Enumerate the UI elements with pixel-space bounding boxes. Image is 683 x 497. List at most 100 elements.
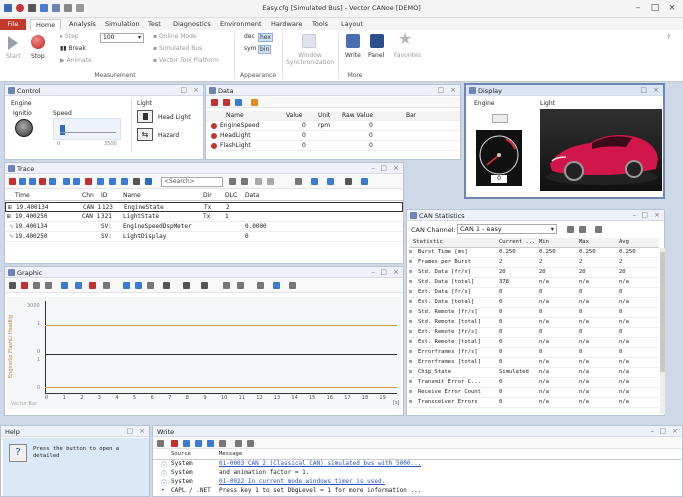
log-row[interactable]: • CAPL / .NET Press key 1 to set DbgLevel … (153, 487, 673, 496)
next-icon[interactable] (267, 178, 274, 185)
step-button[interactable]: ▸ Step (60, 33, 79, 40)
tab-test[interactable]: Test (143, 19, 166, 30)
step-forward-icon[interactable] (237, 282, 244, 289)
hazard-button[interactable]: ⇆ (137, 128, 153, 141)
bookmark-icon[interactable] (295, 178, 302, 185)
measure-icon[interactable] (21, 282, 28, 289)
window-restore-button[interactable]: □ (380, 268, 387, 276)
stats-scrollbar-thumb[interactable] (660, 252, 665, 372)
minimize-button[interactable]: – (633, 3, 643, 13)
scroll-icon[interactable] (63, 178, 70, 185)
stats-reset-icon[interactable] (579, 226, 586, 233)
stop-button[interactable]: Stop (31, 53, 45, 60)
window-close-button[interactable]: × (672, 427, 678, 435)
stats-row[interactable]: ⊞ Frames per Burst 2 2 2 2 (409, 258, 659, 268)
expand-icon[interactable]: ⊞ (409, 339, 412, 345)
layout-icon[interactable] (327, 178, 334, 185)
vector-tool-platform-button[interactable]: ▪ Vector Tool Platform (153, 57, 219, 64)
log-row[interactable]: ⓘ System 01-0003 CAN 2 (Classical CAN) sim… (153, 460, 673, 469)
expand-icon[interactable]: ⊞ (409, 299, 412, 305)
export-icon[interactable] (273, 282, 280, 289)
tab-hardware[interactable]: Hardware (266, 19, 307, 30)
filter-icon[interactable] (19, 178, 26, 185)
table-row[interactable]: FlashLight 0 0 (206, 141, 460, 151)
filter-icon[interactable] (235, 440, 242, 447)
grid-icon[interactable] (257, 282, 264, 289)
stats-row[interactable]: ⊞ Ext. Remote [fr/s] 0 0 0 0 (409, 328, 659, 338)
can-channel-select[interactable]: CAN 1 - easy ▾ (457, 224, 557, 234)
bin-button[interactable]: bin (258, 45, 272, 54)
tab-home[interactable]: Home (30, 19, 62, 30)
trigger-icon[interactable] (201, 282, 208, 289)
maximize-button[interactable]: □ (650, 3, 660, 13)
copy-icon[interactable] (183, 440, 190, 447)
stats-row[interactable]: ⊞ Ext. Data [fr/s] 0 0 0 0 (409, 288, 659, 298)
window-minimize-button[interactable]: – (372, 164, 376, 172)
binoculars-icon[interactable] (49, 178, 56, 185)
search-icon[interactable] (229, 178, 236, 185)
more-icon[interactable] (361, 178, 368, 185)
window-close-button[interactable]: × (393, 164, 399, 172)
expand-icon[interactable]: ⊞ (409, 279, 412, 285)
cursor-icon[interactable] (9, 282, 16, 289)
delete-icon[interactable] (211, 99, 218, 106)
detail-icon[interactable] (97, 178, 104, 185)
window-restore-button[interactable]: □ (641, 211, 648, 219)
expand-icon[interactable]: ⊞ (409, 369, 412, 375)
tab-analysis[interactable]: Analysis (64, 19, 101, 30)
export-icon[interactable] (247, 440, 254, 447)
tab-diagnostics[interactable]: Diagnostics (168, 19, 216, 30)
expand-icon[interactable]: ⊞ (409, 319, 412, 325)
window-minimize-button[interactable]: – (633, 211, 637, 219)
window-restore-button[interactable]: □ (640, 86, 647, 94)
stats-row[interactable]: ⊞ Ext. Data [total] 0 n/a n/a n/a (409, 298, 659, 308)
window-close-button[interactable]: × (193, 86, 199, 94)
write-button[interactable]: Write (345, 52, 361, 59)
stats-row[interactable]: ⊞ Transceiver Errors 0 n/a n/a n/a (409, 398, 659, 408)
stats-row[interactable]: ⊞ Burst Time [ms] 0.250 0.250 0.250 0.250 (409, 248, 659, 258)
expand-icon[interactable]: ⊞ (409, 249, 412, 255)
window-close-button[interactable]: × (393, 268, 399, 276)
options-icon[interactable] (289, 282, 296, 289)
zoom-icon[interactable] (45, 282, 52, 289)
font-icon[interactable] (345, 178, 352, 185)
expand-icon[interactable]: ⊞ (8, 204, 12, 211)
tab-layout[interactable]: Layout (336, 19, 368, 30)
stats-row[interactable]: ⊞ Ext. Remote [total] 0 n/a n/a n/a (409, 338, 659, 348)
clear-icon[interactable] (9, 178, 16, 185)
animate-button[interactable]: ▶ Animate (60, 57, 92, 64)
expand-icon[interactable]: ⊞ (409, 389, 412, 395)
view-icon[interactable] (133, 178, 140, 185)
expand-icon[interactable]: ⊞ (409, 259, 412, 265)
head-light-button[interactable] (137, 110, 153, 123)
clear-icon[interactable] (171, 440, 178, 447)
marker-icon[interactable] (103, 282, 110, 289)
axis-icon[interactable] (163, 282, 170, 289)
mark-icon[interactable] (39, 178, 46, 185)
favorites-button[interactable]: Favorites (394, 52, 421, 59)
window-restore-button[interactable]: □ (126, 427, 133, 435)
expand-icon[interactable]: ⊞ (409, 349, 412, 355)
window-close-button[interactable]: × (654, 211, 660, 219)
window-restore-button[interactable]: □ (180, 86, 187, 94)
scale-icon[interactable] (183, 282, 190, 289)
table-row[interactable]: ⊞ 19.400250 CAN 1 321 LightState Tx 1 (5, 212, 403, 222)
table-row[interactable]: HeadLight 0 0 (206, 131, 460, 141)
window-minimize-button[interactable]: – (651, 427, 655, 435)
settings-icon[interactable] (251, 99, 258, 106)
find-next-icon[interactable] (207, 440, 214, 447)
stats-row[interactable]: ⊞ Std. Remote [fr/s] 0 0 0 0 (409, 308, 659, 318)
stats-row[interactable]: ⊞ Std. Data [fr/s] 20 20 20 20 (409, 268, 659, 278)
break-button[interactable]: ▮▮ Break (60, 45, 86, 52)
expand-icon[interactable]: ⊞ (7, 213, 11, 220)
speed-select[interactable]: 100 ▾ (100, 33, 144, 43)
options-icon[interactable] (219, 440, 226, 447)
binoculars-icon[interactable] (195, 440, 202, 447)
sym-button[interactable]: sym (244, 45, 257, 52)
help-button[interactable]: ? (9, 444, 27, 462)
expand-icon[interactable]: ⊞ (409, 329, 412, 335)
hex-icon[interactable] (29, 178, 36, 185)
stats-options-icon[interactable] (567, 226, 574, 233)
table-row[interactable]: ⊞ 19.400134 CAN 1 123 EngineState Tx 2 (5, 202, 403, 212)
log-row[interactable]: ⓘ System and animation factor = 1. (153, 469, 673, 478)
